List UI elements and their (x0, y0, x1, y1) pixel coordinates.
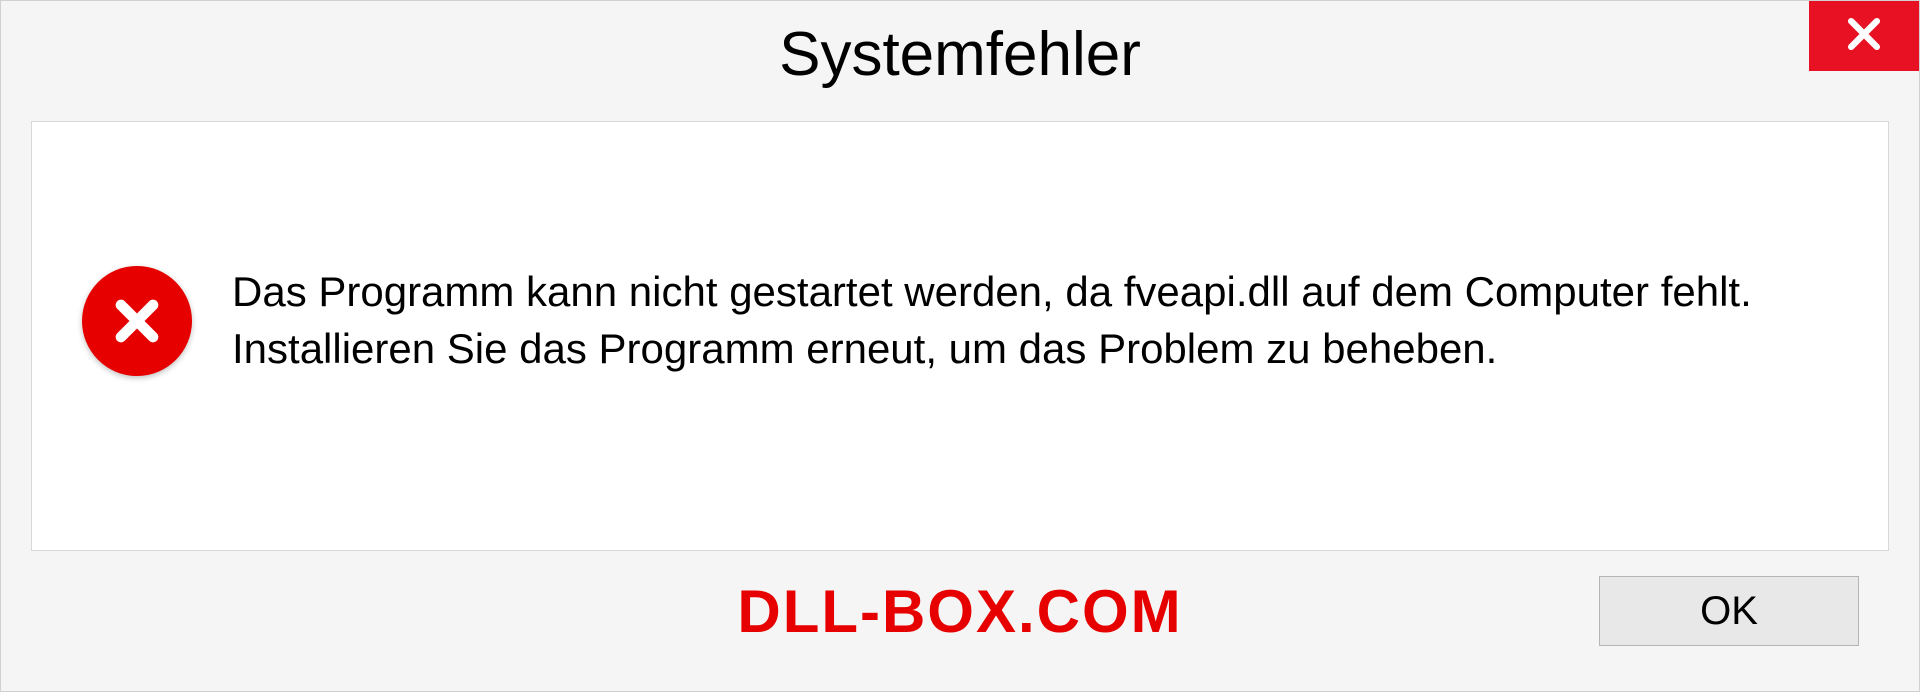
error-icon (82, 266, 192, 376)
close-button[interactable] (1809, 1, 1919, 71)
error-dialog: Systemfehler Das Programm kann nicht ges… (0, 0, 1920, 692)
content-panel: Das Programm kann nicht gestartet werden… (31, 121, 1889, 551)
ok-button-label: OK (1700, 589, 1758, 634)
ok-button[interactable]: OK (1599, 576, 1859, 646)
dialog-title: Systemfehler (779, 19, 1141, 90)
error-message: Das Programm kann nicht gestartet werden… (232, 264, 1848, 377)
close-icon (1842, 12, 1886, 61)
dialog-footer: DLL-BOX.COM OK (1, 571, 1919, 691)
watermark-text: DLL-BOX.COM (737, 577, 1182, 646)
titlebar: Systemfehler (1, 1, 1919, 111)
